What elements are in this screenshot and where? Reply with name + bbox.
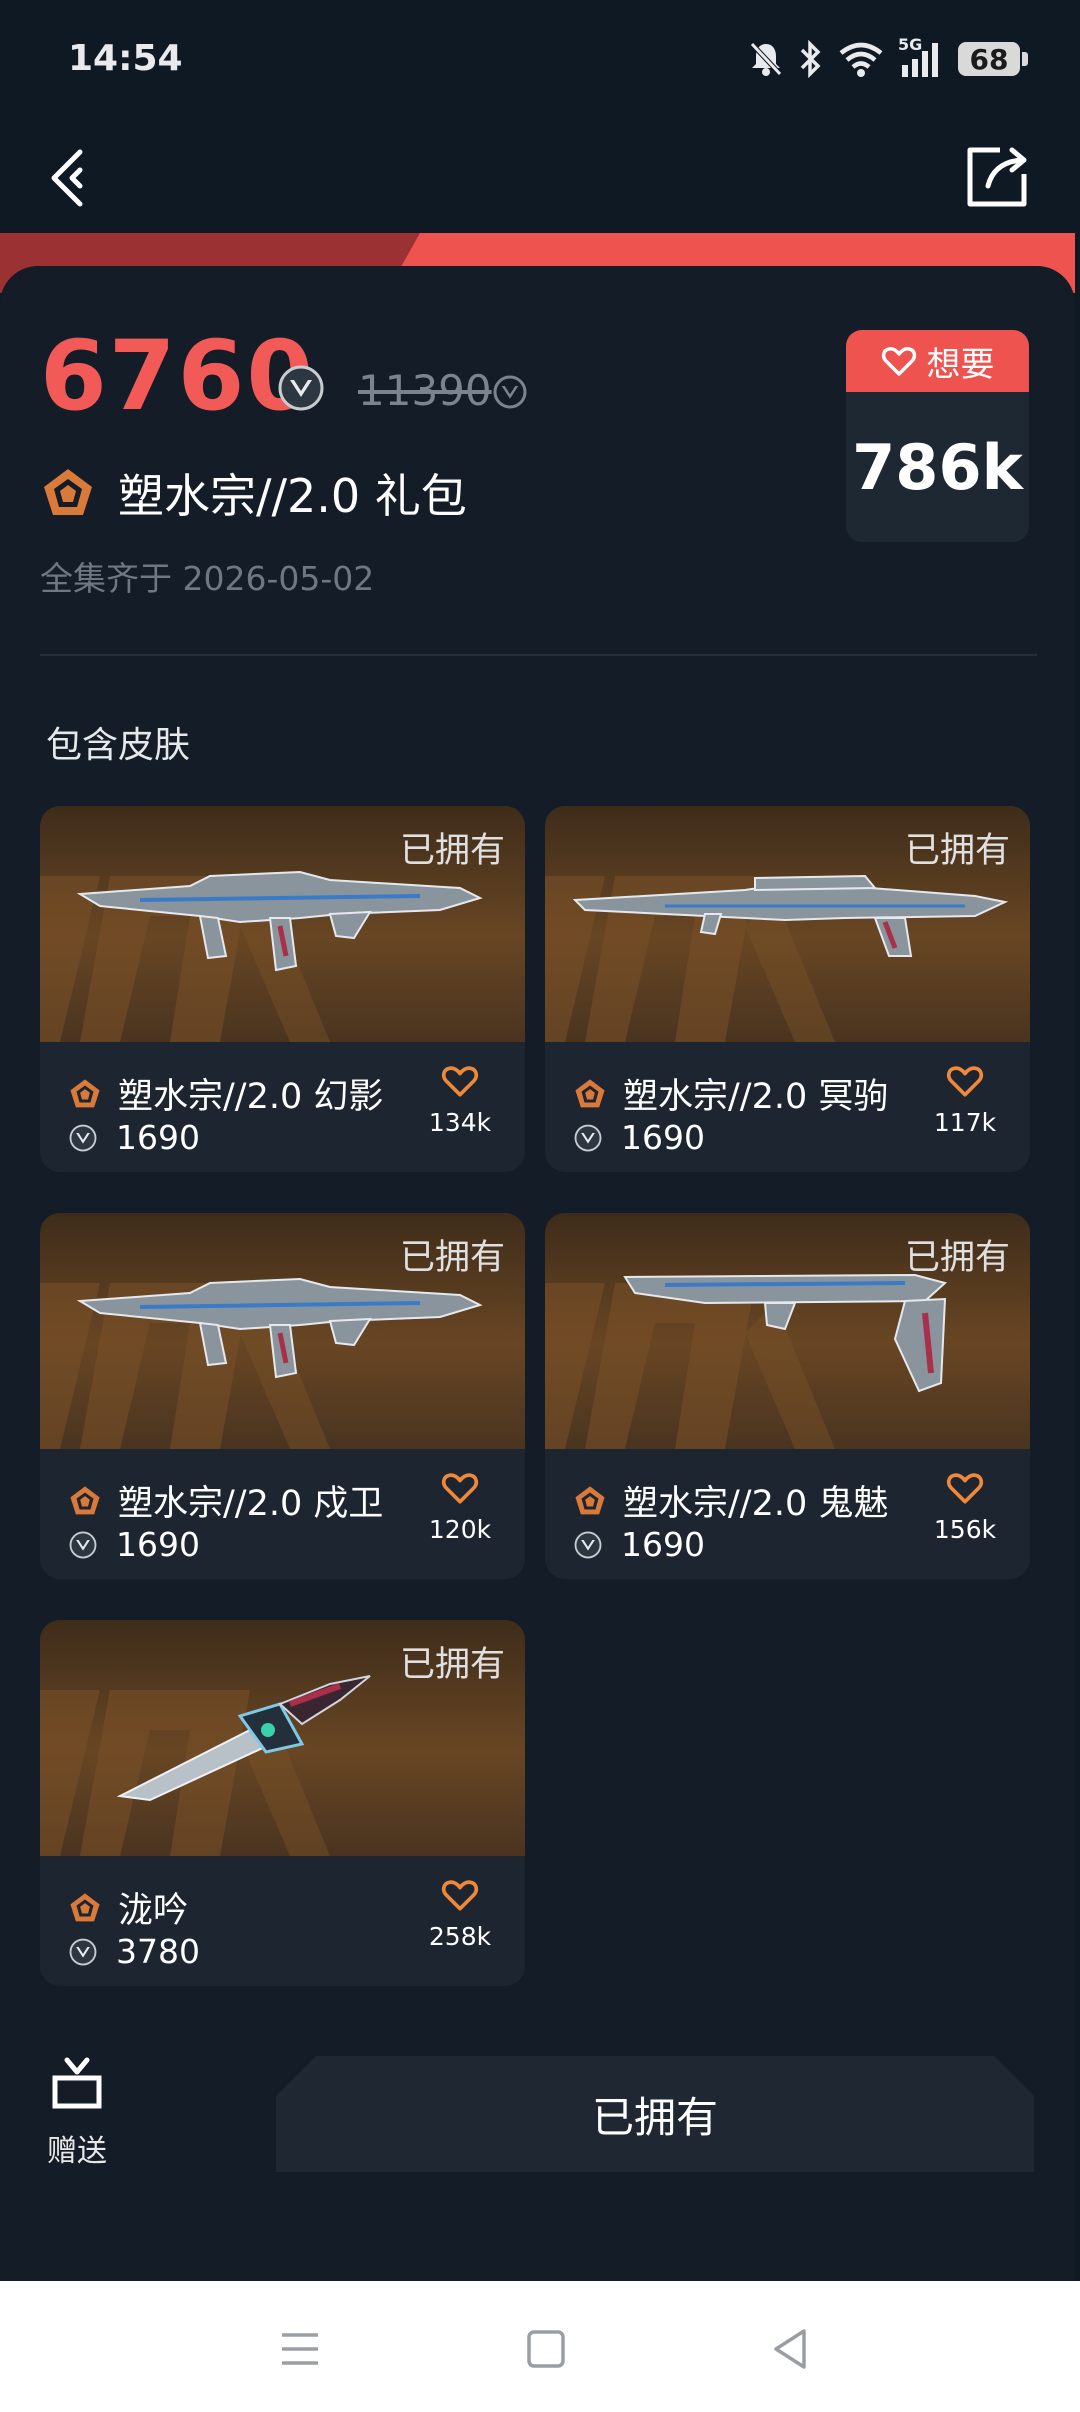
- skin-image: 已拥有: [545, 806, 1030, 1042]
- heart-outline-icon: [441, 1066, 479, 1097]
- skin-card[interactable]: 已拥有塑水宗//2.0 戍卫 1690 120k: [40, 1213, 525, 1579]
- divider: [40, 654, 1037, 656]
- like-count: 117k: [933, 1108, 997, 1137]
- skin-name-row: 泷吟: [68, 1882, 188, 1933]
- home-nav-icon[interactable]: [516, 2319, 576, 2379]
- owned-label: 已拥有: [904, 831, 1010, 871]
- skin-price: 1690: [116, 1525, 200, 1564]
- gift-icon: [52, 2057, 102, 2109]
- share-icon: [967, 147, 1027, 207]
- skin-price-row: 1690: [68, 1118, 200, 1157]
- bundle-price: 6760: [40, 320, 316, 432]
- like-button[interactable]: 156k: [930, 1471, 1000, 1544]
- premium-tier-icon: [70, 1485, 100, 1514]
- skin-price-row: 1690: [573, 1525, 705, 1564]
- vp-currency-icon: [69, 1938, 97, 1965]
- premium-tier-icon: [70, 1078, 100, 1107]
- back-nav-icon[interactable]: [760, 2319, 820, 2379]
- skin-image: 已拥有: [40, 806, 525, 1042]
- skin-name: 塑水宗//2.0 鬼魅: [623, 1484, 889, 1524]
- skin-price-row: 1690: [573, 1118, 705, 1157]
- want-label: 想要: [926, 344, 995, 385]
- skin-price: 3780: [116, 1932, 200, 1971]
- mute-bell-icon: [750, 42, 782, 76]
- want-button[interactable]: 想要 786k: [846, 330, 1029, 542]
- skin-image: 已拥有: [40, 1620, 525, 1856]
- skin-name-row: 塑水宗//2.0 鬼魅: [573, 1475, 888, 1526]
- skin-card[interactable]: 已拥有塑水宗//2.0 冥驹 1690 117k: [545, 806, 1030, 1172]
- gift-label: 赠送: [47, 2134, 107, 2169]
- original-price: 11390: [358, 366, 492, 415]
- skin-card[interactable]: 已拥有塑水宗//2.0 鬼魅 1690 156k: [545, 1213, 1030, 1579]
- bundle-title-row: 塑水宗//2.0 礼包: [40, 460, 467, 526]
- skin-name: 塑水宗//2.0 幻影: [118, 1077, 384, 1117]
- status-time: 14:54: [68, 38, 183, 79]
- premium-tier-icon: [575, 1078, 605, 1107]
- cellular-signal-icon: 5G: [898, 35, 944, 79]
- share-button[interactable]: [950, 130, 1040, 220]
- like-button[interactable]: 120k: [425, 1471, 495, 1544]
- premium-tier-icon: [575, 1485, 605, 1514]
- vp-currency-icon-small: [493, 375, 527, 409]
- owned-label: 已拥有: [399, 1645, 505, 1685]
- status-icons: 5G 68: [748, 34, 1028, 84]
- collected-date: 全集齐于 2026-05-02: [40, 559, 375, 598]
- skin-card[interactable]: 已拥有塑水宗//2.0 幻影 1690 134k: [40, 806, 525, 1172]
- skin-price-row: 3780: [68, 1932, 200, 1971]
- heart-outline-icon: [946, 1473, 984, 1504]
- status-bar: 14:54 5G 68: [0, 0, 1080, 120]
- like-button[interactable]: 134k: [425, 1064, 495, 1137]
- heart-outline-icon: [441, 1473, 479, 1504]
- want-header: 想要: [846, 330, 1029, 392]
- want-count: 786k: [852, 430, 1023, 504]
- skin-image: 已拥有: [40, 1213, 525, 1449]
- skin-name-row: 塑水宗//2.0 冥驹: [573, 1068, 888, 1119]
- owned-button[interactable]: 已拥有: [276, 2056, 1034, 2172]
- vp-currency-icon: [69, 1531, 97, 1558]
- skin-price: 1690: [621, 1118, 705, 1157]
- like-count: 156k: [933, 1515, 997, 1544]
- vp-currency-icon: [574, 1124, 602, 1151]
- like-count: 258k: [428, 1922, 492, 1951]
- skin-name: 塑水宗//2.0 冥驹: [623, 1077, 889, 1117]
- skin-card[interactable]: 已拥有泷吟 3780 258k: [40, 1620, 525, 1986]
- vp-currency-icon: [278, 365, 324, 411]
- skin-price: 1690: [621, 1525, 705, 1564]
- skin-name-row: 塑水宗//2.0 戍卫: [68, 1475, 383, 1526]
- back-button[interactable]: [40, 130, 130, 220]
- heart-outline-icon: [441, 1880, 479, 1911]
- like-count: 120k: [428, 1515, 492, 1544]
- owned-label: 已拥有: [399, 1238, 505, 1278]
- menu-nav-icon[interactable]: [270, 2319, 330, 2379]
- top-nav: [0, 120, 1080, 230]
- bundle-name: 塑水宗//2.0 礼包: [118, 469, 467, 523]
- gift-button[interactable]: 赠送: [40, 2056, 114, 2170]
- heart-outline-icon: [946, 1066, 984, 1097]
- skin-name: 塑水宗//2.0 戍卫: [118, 1484, 384, 1524]
- premium-tier-icon: [70, 1892, 100, 1921]
- like-button[interactable]: 258k: [425, 1878, 495, 1951]
- skin-image: 已拥有: [545, 1213, 1030, 1449]
- owned-label: 已拥有: [399, 831, 505, 871]
- vp-currency-icon: [69, 1124, 97, 1151]
- like-count: 134k: [428, 1108, 492, 1137]
- premium-tier-icon: [44, 469, 92, 515]
- skin-name-row: 塑水宗//2.0 幻影: [68, 1068, 383, 1119]
- system-nav-bar: [0, 2281, 1080, 2412]
- wifi-icon: [839, 42, 883, 77]
- owned-label: 已拥有: [904, 1238, 1010, 1278]
- heart-outline-icon: [881, 347, 916, 376]
- like-button[interactable]: 117k: [930, 1064, 1000, 1137]
- skin-price: 1690: [116, 1118, 200, 1157]
- skin-price-row: 1690: [68, 1525, 200, 1564]
- battery-icon: 68: [958, 42, 1028, 76]
- back-arrow-icon: [51, 149, 83, 207]
- skin-name: 泷吟: [118, 1891, 189, 1931]
- vp-currency-icon: [574, 1531, 602, 1558]
- bluetooth-icon: [800, 40, 821, 78]
- section-title: 包含皮肤: [46, 725, 191, 766]
